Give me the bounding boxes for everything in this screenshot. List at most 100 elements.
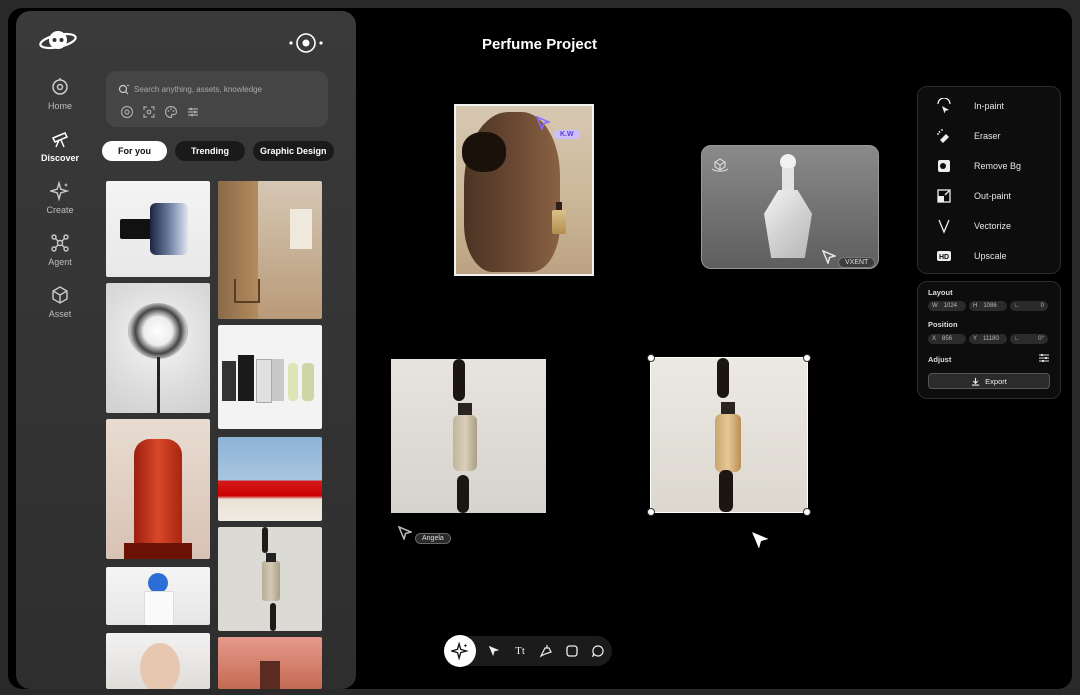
edit-tools-panel: In-paint Eraser Remove Bg Out-paint Vect… — [917, 86, 1061, 274]
cursor-kw-icon — [536, 116, 550, 130]
selection-handle-tl[interactable] — [647, 354, 655, 362]
x-position-field[interactable]: X 856 — [928, 334, 966, 344]
nav-label-asset: Asset — [48, 309, 72, 319]
cursor-tag-angela: Angela — [415, 533, 451, 544]
discover-tabs: For you Trending Graphic Design — [102, 141, 334, 161]
cursor-vxent-icon — [822, 250, 836, 264]
agent-network-icon — [51, 234, 69, 252]
orbit-target-icon[interactable] — [288, 31, 324, 55]
gallery-image-wooden-stairs[interactable] — [218, 181, 322, 319]
nav-label-home: Home — [47, 101, 72, 111]
tab-graphic-design[interactable]: Graphic Design — [253, 141, 334, 161]
position-label: Position — [928, 320, 958, 329]
canvas-image-bottle-hands-left[interactable] — [391, 359, 546, 513]
discover-gallery — [106, 181, 326, 689]
pointer-icon — [488, 645, 500, 657]
tab-for-you[interactable]: For you — [102, 141, 167, 161]
planet-logo-icon[interactable] — [38, 25, 78, 57]
cube-icon — [52, 286, 68, 304]
gallery-image-red-lipstick[interactable] — [106, 419, 210, 559]
rotation-field[interactable]: ∟ 0° — [1010, 334, 1048, 344]
tool-upscale[interactable]: HD Upscale — [918, 241, 1060, 271]
project-title[interactable]: Perfume Project — [482, 36, 597, 53]
select-tool-button[interactable] — [486, 643, 502, 659]
canvas-image-3d-bottle[interactable] — [701, 145, 879, 269]
gallery-image-red-landscape[interactable] — [218, 437, 322, 521]
sparkle-icon — [50, 181, 70, 201]
nav-item-agent[interactable]: Agent — [30, 233, 90, 285]
gallery-image-bottle-hands[interactable] — [218, 527, 322, 631]
bottom-toolbar: Tt — [444, 635, 612, 667]
y-position-value: 11180 — [983, 336, 999, 342]
gallery-image-product-boxes[interactable] — [218, 325, 322, 429]
nav-label-discover: Discover — [40, 153, 80, 163]
gallery-image-sunset-product[interactable] — [218, 637, 322, 689]
tool-label-outpaint: Out-paint — [974, 191, 1012, 201]
export-button[interactable]: Export — [928, 373, 1050, 389]
sliders-icon[interactable] — [186, 105, 200, 119]
download-icon — [972, 377, 980, 386]
tool-label-inpaint: In-paint — [974, 101, 1005, 111]
mouse-pointer-icon — [752, 532, 768, 548]
export-label: Export — [985, 376, 1007, 386]
telescope-icon — [51, 132, 69, 148]
scan-icon[interactable] — [142, 105, 156, 119]
image-search-icon[interactable] — [120, 105, 134, 119]
y-position-field[interactable]: Y 11180 — [969, 334, 1007, 344]
rotation-value: 0° — [1038, 336, 1044, 342]
side-nav: Home Discover Create Agent Asset — [30, 77, 90, 337]
square-shape-icon — [566, 645, 578, 657]
text-tool-button[interactable]: Tt — [512, 643, 528, 659]
adjust-sliders-icon[interactable] — [1038, 352, 1050, 364]
adjust-label: Adjust — [928, 355, 952, 364]
cursor-angela-icon — [398, 526, 412, 540]
layout-label: Layout — [928, 288, 953, 297]
comment-bubble-icon — [592, 645, 604, 657]
width-field[interactable]: W 1024 — [928, 301, 966, 311]
nav-item-home[interactable]: Home — [30, 77, 90, 129]
gallery-image-blue-hair-person[interactable] — [106, 567, 210, 625]
selection-handle-br[interactable] — [803, 508, 811, 516]
gallery-image-portrait[interactable] — [106, 633, 210, 689]
gallery-image-perfume-bottle[interactable] — [106, 181, 210, 277]
tab-trending[interactable]: Trending — [175, 141, 245, 161]
ai-magic-button[interactable] — [444, 635, 476, 667]
pen-tool-button[interactable] — [538, 643, 554, 659]
app-window: Home Discover Create Agent Asset Search … — [8, 8, 1072, 689]
gallery-image-flower[interactable] — [106, 283, 210, 413]
height-field[interactable]: H 1086 — [969, 301, 1007, 311]
hd-icon: HD — [937, 251, 951, 261]
search-input[interactable] — [134, 81, 319, 97]
left-panel: Home Discover Create Agent Asset Search … — [16, 11, 356, 689]
properties-panel: Layout W 1024 H 1086 ∟ 0 Position X 856 Y 111… — [917, 281, 1061, 399]
pen-tool-icon — [539, 645, 552, 658]
tool-inpaint[interactable]: In-paint — [918, 91, 1060, 121]
tool-outpaint[interactable]: Out-paint — [918, 181, 1060, 211]
canvas-image-bottle-hands-selected[interactable] — [647, 354, 811, 516]
text-tool-icon: Tt — [515, 645, 525, 657]
remove-bg-icon — [938, 160, 950, 172]
x-position-value: 856 — [942, 336, 953, 342]
corner-radius-value: 0 — [1040, 303, 1044, 309]
eraser-icon — [937, 129, 949, 143]
nav-item-asset[interactable]: Asset — [30, 285, 90, 337]
nav-item-create[interactable]: Create — [30, 181, 90, 233]
inpaint-icon — [937, 98, 951, 114]
palette-icon[interactable] — [164, 105, 178, 119]
3d-rotate-icon[interactable] — [710, 156, 730, 176]
tool-label-eraser: Eraser — [974, 131, 1001, 141]
nav-label-agent: Agent — [48, 257, 72, 267]
tool-label-remove-bg: Remove Bg — [974, 161, 1022, 171]
tool-eraser[interactable]: Eraser — [918, 121, 1060, 151]
corner-radius-field[interactable]: ∟ 0 — [1010, 301, 1048, 311]
tool-label-upscale: Upscale — [974, 251, 1007, 261]
search-tools — [120, 105, 200, 119]
nav-item-discover[interactable]: Discover — [30, 129, 90, 181]
selection-handle-bl[interactable] — [647, 508, 655, 516]
selection-handle-tr[interactable] — [803, 354, 811, 362]
comment-tool-button[interactable] — [590, 643, 606, 659]
tool-vectorize[interactable]: Vectorize — [918, 211, 1060, 241]
cursor-tag-vxent: VXENT — [838, 257, 876, 268]
shape-tool-button[interactable] — [564, 643, 580, 659]
tool-remove-bg[interactable]: Remove Bg — [918, 151, 1060, 181]
